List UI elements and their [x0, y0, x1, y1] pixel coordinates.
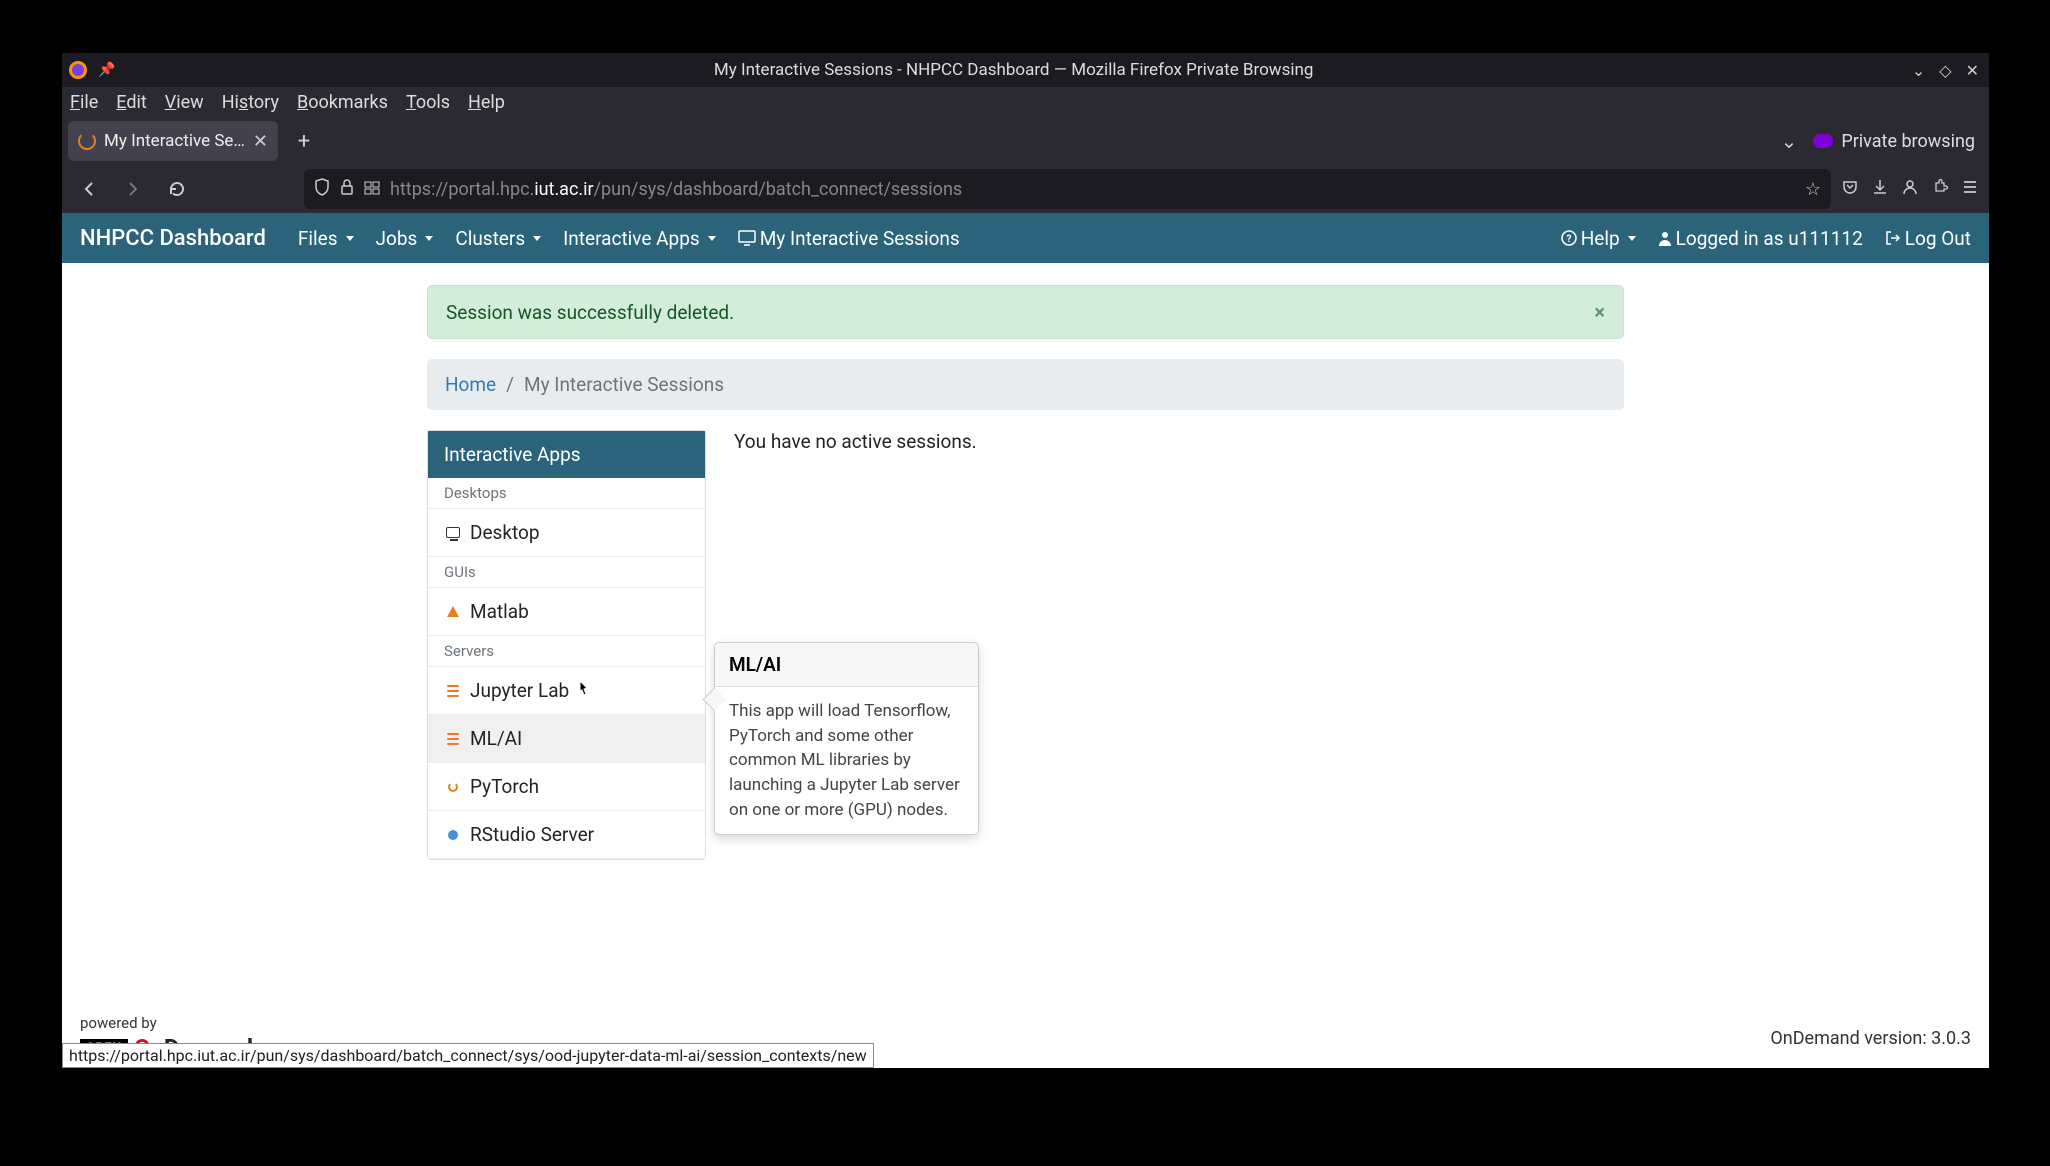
user-icon	[1658, 230, 1672, 246]
version-text: OnDemand version: 3.0.3	[1770, 1028, 1971, 1049]
mask-icon	[1813, 134, 1833, 148]
rstudio-icon	[444, 826, 462, 844]
no-sessions-text: You have no active sessions.	[734, 430, 1624, 453]
sidebar-item-label: RStudio Server	[470, 823, 594, 846]
logout-icon	[1885, 230, 1901, 246]
tooltip-body: This app will load Tensorflow, PyTorch a…	[715, 687, 978, 834]
hamburger-icon[interactable]	[1961, 177, 1979, 201]
account-icon[interactable]	[1901, 177, 1919, 201]
nav-my-sessions[interactable]: My Interactive Sessions	[738, 227, 960, 250]
lock-icon[interactable]	[340, 179, 354, 200]
extensions-icon[interactable]	[1931, 177, 1949, 201]
sidebar-item-label: ML/AI	[470, 727, 522, 750]
window-titlebar: 📌 My Interactive Sessions - NHPCC Dashbo…	[62, 53, 1989, 87]
jupyter-icon	[444, 730, 462, 748]
svg-text:?: ?	[1566, 234, 1571, 245]
bookmark-star-icon[interactable]: ☆	[1805, 179, 1821, 200]
desktop-icon	[444, 524, 462, 542]
menu-bookmarks[interactable]: Bookmarks	[297, 92, 388, 113]
sidebar-item-label: Desktop	[470, 521, 540, 544]
firefox-icon	[68, 60, 88, 80]
app-navbar: NHPCC Dashboard Files Jobs Clusters Inte…	[62, 213, 1989, 263]
browser-menubar: File Edit View History Bookmarks Tools H…	[62, 87, 1989, 117]
url-bar[interactable]: https://portal.hpc.iut.ac.ir/pun/sys/das…	[304, 169, 1831, 209]
breadcrumb: Home / My Interactive Sessions	[427, 359, 1624, 410]
alert-text: Session was successfully deleted.	[446, 301, 734, 324]
breadcrumb-home[interactable]: Home	[445, 373, 496, 396]
sidebar-header: Interactive Apps	[428, 431, 705, 478]
matlab-icon	[444, 603, 462, 621]
reload-button[interactable]	[160, 172, 194, 206]
success-alert: Session was successfully deleted. ×	[427, 285, 1624, 339]
minimize-button[interactable]: ⌄	[1912, 61, 1925, 80]
pocket-icon[interactable]	[1841, 177, 1859, 201]
maximize-button[interactable]: ◇	[1939, 61, 1951, 80]
back-button[interactable]	[72, 172, 106, 206]
app-tooltip: ML/AI This app will load Tensorflow, PyT…	[714, 642, 979, 835]
new-tab-button[interactable]: +	[286, 123, 322, 159]
menu-view[interactable]: View	[165, 92, 204, 113]
downloads-icon[interactable]	[1871, 177, 1889, 201]
pin-icon[interactable]: 📌	[98, 62, 115, 78]
menu-file[interactable]: File	[70, 92, 98, 113]
close-button[interactable]: ✕	[1966, 61, 1979, 80]
brand[interactable]: NHPCC Dashboard	[80, 226, 266, 251]
breadcrumb-current: My Interactive Sessions	[524, 373, 724, 396]
menu-history[interactable]: History	[222, 92, 279, 113]
sessions-icon	[738, 230, 756, 246]
sidebar-item-desktop[interactable]: Desktop	[428, 509, 705, 557]
pytorch-icon	[444, 778, 462, 796]
nav-jobs[interactable]: Jobs	[376, 227, 434, 250]
forward-button[interactable]	[116, 172, 150, 206]
sidebar-item-jupyter-lab[interactable]: Jupyter Lab	[428, 667, 705, 715]
nav-help[interactable]: ? Help	[1561, 227, 1636, 250]
tab-favicon-icon	[78, 132, 96, 150]
status-bar-link: https://portal.hpc.iut.ac.ir/pun/sys/das…	[62, 1043, 874, 1068]
main-content: You have no active sessions.	[734, 430, 1624, 453]
menu-edit[interactable]: Edit	[116, 92, 147, 113]
tooltip-title: ML/AI	[715, 643, 978, 687]
sidebar-item-ml-ai[interactable]: ML/AI	[428, 715, 705, 763]
sidebar: Interactive Apps Desktops Desktop GUIs M…	[427, 430, 706, 860]
breadcrumb-separator: /	[506, 373, 514, 396]
window-title: My Interactive Sessions - NHPCC Dashboar…	[115, 60, 1911, 80]
sidebar-group-guis: GUIs	[428, 557, 705, 588]
alert-close-icon[interactable]: ×	[1594, 300, 1605, 324]
nav-logout[interactable]: Log Out	[1885, 227, 1971, 250]
url-text: https://portal.hpc.iut.ac.ir/pun/sys/das…	[390, 179, 962, 200]
nav-logged-in[interactable]: Logged in as u111112	[1658, 227, 1863, 250]
tab-close-icon[interactable]: ✕	[253, 131, 268, 152]
tabs-dropdown-icon[interactable]: ⌄	[1781, 129, 1798, 153]
jupyter-icon	[444, 682, 462, 700]
sidebar-group-servers: Servers	[428, 636, 705, 667]
sidebar-item-matlab[interactable]: Matlab	[428, 588, 705, 636]
sidebar-item-label: PyTorch	[470, 775, 539, 798]
browser-tab[interactable]: My Interactive Sessions - N ✕	[68, 121, 278, 161]
sidebar-item-label: Matlab	[470, 600, 529, 623]
private-label: Private browsing	[1841, 131, 1975, 152]
shield-icon[interactable]	[314, 178, 330, 201]
menu-help[interactable]: Help	[468, 92, 505, 113]
sidebar-item-rstudio[interactable]: RStudio Server	[428, 811, 705, 859]
browser-toolbar: https://portal.hpc.iut.ac.ir/pun/sys/das…	[62, 165, 1989, 213]
nav-clusters[interactable]: Clusters	[455, 227, 541, 250]
private-browsing-badge: Private browsing	[1813, 131, 1975, 152]
nav-files[interactable]: Files	[298, 227, 354, 250]
nav-interactive-apps[interactable]: Interactive Apps	[563, 227, 716, 250]
browser-tabbar: My Interactive Sessions - N ✕ + ⌄ Privat…	[62, 117, 1989, 165]
sidebar-item-label: Jupyter Lab	[470, 679, 569, 702]
menu-tools[interactable]: Tools	[406, 92, 450, 113]
sidebar-item-pytorch[interactable]: PyTorch	[428, 763, 705, 811]
tab-label: My Interactive Sessions - N	[104, 131, 247, 151]
permissions-icon[interactable]	[364, 179, 380, 200]
help-icon: ?	[1561, 230, 1577, 246]
powered-by-label: powered by	[80, 1014, 253, 1032]
sidebar-group-desktops: Desktops	[428, 478, 705, 509]
